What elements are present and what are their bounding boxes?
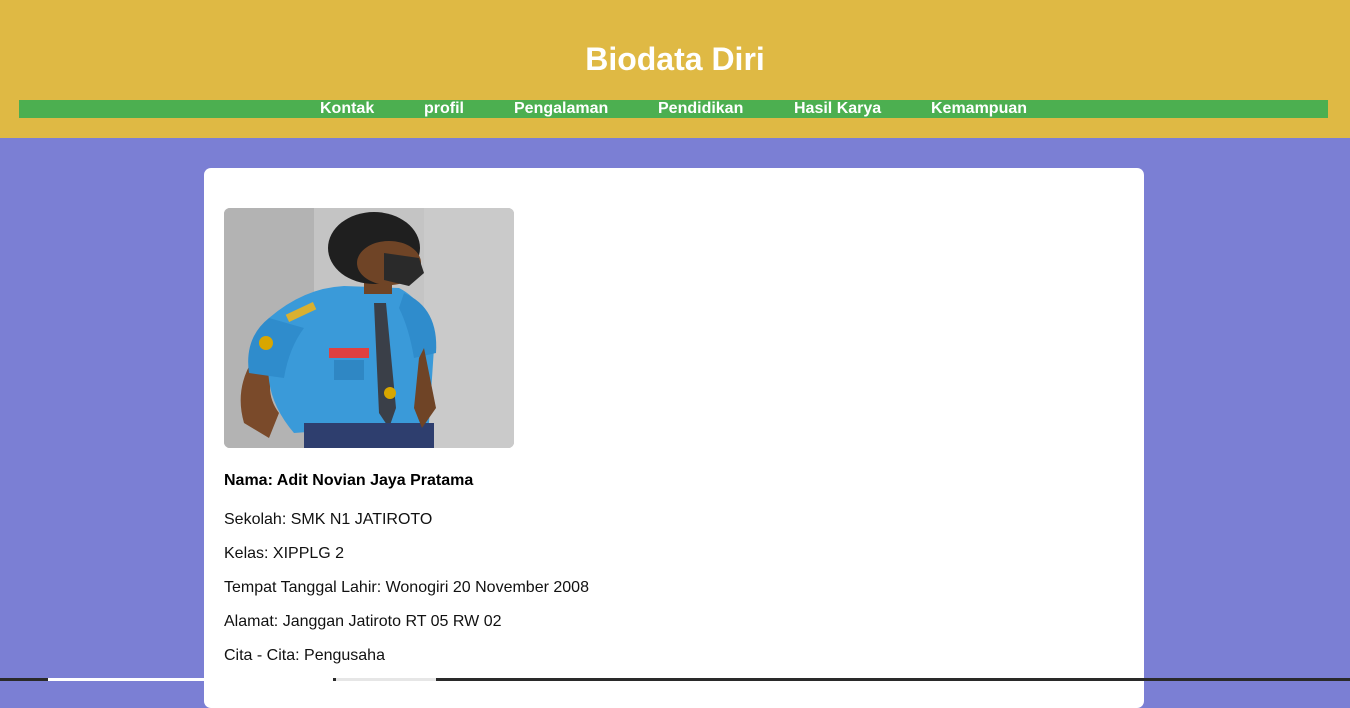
field-cita-cita: Cita - Cita: Pengusaha	[224, 647, 385, 664]
profile-card: Nama: Adit Novian Jaya Pratama Sekolah: …	[204, 168, 1144, 708]
nav-link-kontak[interactable]: Kontak	[320, 100, 374, 118]
student-photo-illustration	[224, 208, 514, 448]
nav-link-kemampuan[interactable]: Kemampuan	[931, 100, 1027, 118]
nav-link-hasil-karya[interactable]: Hasil Karya	[794, 100, 881, 118]
nav-link-pengalaman[interactable]: Pengalaman	[514, 100, 608, 118]
field-kelas: Kelas: XIPPLG 2	[224, 545, 345, 562]
page-title: Biodata Diri	[585, 41, 765, 77]
field-alamat: Alamat: Janggan Jatiroto RT 05 RW 02	[224, 613, 502, 630]
profile-photo	[224, 208, 514, 448]
field-tempat-tanggal-lahir: Tempat Tanggal Lahir: Wonogiri 20 Novemb…	[224, 579, 589, 596]
nav-link-pendidikan[interactable]: Pendidikan	[658, 100, 743, 118]
field-nama: Nama: Adit Novian Jaya Pratama	[224, 472, 474, 489]
field-sekolah: Sekolah: SMK N1 JATIROTO	[224, 511, 433, 528]
page-header: Biodata Diri Kontak profil Pengalaman Pe…	[0, 0, 1350, 138]
nav-link-profil[interactable]: profil	[424, 100, 464, 118]
nav-bar: Kontak profil Pengalaman Pendidikan Hasi…	[19, 100, 1328, 118]
